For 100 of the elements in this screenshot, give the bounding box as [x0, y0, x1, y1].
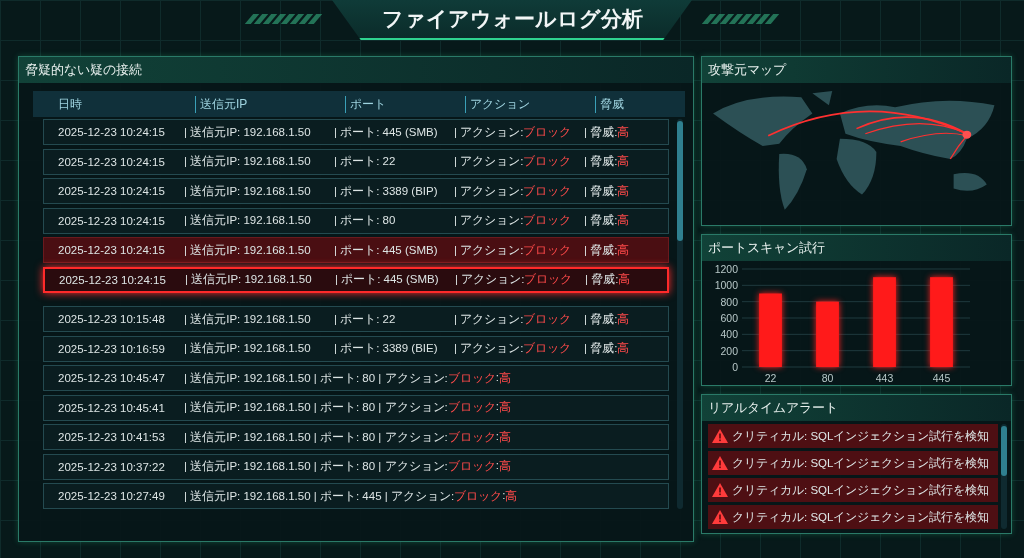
log-text: | ポート: 22: [334, 154, 396, 169]
log-text: | 脅威:: [585, 272, 619, 287]
log-row[interactable]: 2025-12-23 10:41:53 | 送信元IP: 192.168.1.50 | ポート: 80 | アクション:ブロック:高: [43, 424, 669, 450]
log-row[interactable]: 2025-12-23 10:27:49 | 送信元IP: 192.168.1.50 | ポート: 445 | アクション:ブロック:高: [43, 483, 669, 509]
log-text: | ポート: 445 (SMB): [334, 242, 438, 258]
status-text: ブロック: [523, 183, 572, 199]
log-row[interactable]: 2025-12-23 10:15:48 | 送信元IP: 192.168.1.50 | ポート: 22 | アクション:ブロック | 脅威:高: [43, 306, 669, 332]
page-title: ファイアウォールログ分析: [381, 6, 643, 32]
log-text: | 送信元IP: 192.168.1.50: [184, 341, 311, 356]
alert-item[interactable]: クリティカル: SQLインジェクション試行を検知: [708, 424, 998, 448]
alert-text: クリティカル: SQLインジェクション試行を検知: [732, 455, 990, 471]
log-text: | ポート: 445 (SMB): [334, 124, 438, 140]
status-text: 高: [617, 124, 630, 140]
status-text: ブロック: [523, 154, 572, 169]
status-text: 高: [617, 242, 630, 258]
log-text: | ポート: 22: [334, 311, 396, 327]
log-text: | 送信元IP: 192.168.1.50: [184, 183, 311, 199]
warning-icon: [712, 429, 728, 443]
log-text: 2025-12-23 10:24:15: [58, 126, 165, 138]
status-text: 高: [617, 311, 630, 327]
status-text: ブロック: [523, 341, 572, 356]
alert-text: クリティカル: SQLインジェクション試行を検知: [732, 509, 990, 525]
log-text: | 送信元IP: 192.168.1.50 | ポート: 80 | アクション:: [184, 429, 448, 445]
axis-label: 1200: [714, 263, 738, 275]
status-text: ブロック: [447, 400, 496, 415]
alert-text: クリティカル: SQLインジェクション試行を検知: [732, 482, 990, 498]
log-row[interactable]: 2025-12-23 10:24:15 | 送信元IP: 192.168.1.50 | ポート: 22 | アクション:ブロック | 脅威:高: [43, 148, 669, 175]
log-text: | ポート: 80: [334, 213, 396, 228]
log-text: | アクション:: [454, 213, 524, 228]
log-text: | 脅威:: [584, 183, 618, 199]
log-text: 2025-12-23 10:24:15: [59, 273, 166, 286]
warning-icon: [712, 456, 728, 470]
status-text: ブロック: [523, 124, 572, 140]
log-row[interactable]: 2025-12-23 10:16:59 | 送信元IP: 192.168.1.50 | ポート: 3389 (BIE) | アクション:ブロック | 脅威:高: [43, 335, 669, 362]
column-header: ポート: [345, 95, 465, 113]
log-text: 2025-12-23 10:41:53: [58, 431, 165, 443]
status-text: ブロック: [447, 429, 496, 445]
warning-icon: [712, 483, 728, 497]
log-text: | ポート: 3389 (BIE): [334, 341, 438, 356]
log-text: | 送信元IP: 192.168.1.50: [184, 154, 311, 169]
panel-title: 脅疑的ない疑の接続: [19, 57, 693, 83]
log-text: :: [495, 429, 499, 442]
log-text: | 送信元IP: 192.168.1.50: [184, 213, 311, 228]
log-text: :: [502, 488, 506, 501]
status-text: 高: [505, 488, 518, 504]
alert-item[interactable]: クリティカル: SQLインジェクション試行を検知: [708, 451, 998, 475]
log-text: | 送信元IP: 192.168.1.50 | ポート: 80 | アクション:: [184, 370, 448, 386]
log-text: | ポート: 445 (SMB): [335, 272, 439, 287]
log-row[interactable]: 2025-12-23 10:45:47 | 送信元IP: 192.168.1.50 | ポート: 80 | アクション:ブロック:高: [43, 365, 669, 391]
log-text: 2025-12-23 10:27:49: [58, 490, 165, 502]
log-text: 2025-12-23 10:24:15: [58, 185, 165, 197]
status-text: 高: [617, 341, 630, 356]
status-text: ブロック: [454, 488, 503, 504]
status-text: ブロック: [523, 242, 572, 258]
status-text: ブロック: [523, 213, 572, 228]
log-row[interactable]: 2025-12-23 10:24:15 | 送信元IP: 192.168.1.50 | ポート: 445 (SMB) | アクション:ブロック | 脅威:高: [43, 266, 669, 293]
log-text: 2025-12-23 10:37:22: [58, 460, 165, 473]
log-text: | 脅威:: [584, 341, 618, 356]
axis-label: 600: [720, 312, 738, 324]
column-header: 送信元IP: [195, 95, 345, 113]
log-text: | ポート: 3389 (BIP): [334, 183, 438, 199]
axis-label: 200: [720, 344, 738, 357]
scrollbar[interactable]: [677, 119, 683, 509]
log-text: 2025-12-23 10:45:47: [58, 372, 165, 384]
axis-label: 0: [732, 361, 738, 373]
log-text: | アクション:: [454, 124, 524, 140]
alert-item[interactable]: クリティカル: SQLインジェクション試行を検知: [708, 505, 998, 529]
log-text: | 送信元IP: 192.168.1.50: [184, 311, 311, 327]
log-text: 2025-12-23 10:24:15: [58, 214, 165, 227]
warning-icon: [712, 510, 728, 524]
status-text: ブロック: [523, 311, 572, 327]
status-text: 高: [617, 183, 630, 199]
axis-label: 1000: [714, 279, 738, 292]
log-text: | 脅威:: [584, 311, 618, 327]
log-text: | アクション:: [454, 242, 524, 258]
log-row[interactable]: 2025-12-23 10:37:22 | 送信元IP: 192.168.1.50 | ポート: 80 | アクション:ブロック:高: [43, 453, 669, 480]
log-text: 2025-12-23 10:15:48: [58, 313, 165, 325]
panel-title: リアルタイムアラート: [702, 395, 1011, 421]
log-text: | アクション:: [454, 341, 524, 356]
log-row[interactable]: 2025-12-23 10:24:15 | 送信元IP: 192.168.1.50 | ポート: 80 | アクション:ブロック | 脅威:高: [43, 207, 669, 234]
panel-title: ポートスキャン試行: [702, 235, 1011, 261]
axis-label: 22: [764, 372, 777, 384]
alert-item[interactable]: クリティカル: SQLインジェクション試行を検知: [708, 478, 998, 502]
axis-label: 445: [932, 372, 951, 384]
log-row[interactable]: 2025-12-23 10:24:15 | 送信元IP: 192.168.1.50 | ポート: 445 (SMB) | アクション:ブロック | 脅威:高: [43, 237, 669, 263]
log-text: | 送信元IP: 192.168.1.50: [184, 124, 311, 140]
log-text: :: [495, 400, 499, 412]
status-text: 高: [618, 272, 631, 287]
log-text: | アクション:: [455, 272, 525, 287]
log-text: | アクション:: [454, 154, 524, 169]
log-text: 2025-12-23 10:45:41: [58, 401, 165, 414]
log-row[interactable]: 2025-12-23 10:45:41 | 送信元IP: 192.168.1.50 | ポート: 80 | アクション:ブロック:高: [43, 394, 669, 421]
scrollbar[interactable]: [1001, 424, 1007, 529]
log-text: :: [495, 459, 499, 471]
log-row[interactable]: 2025-12-23 10:24:15 | 送信元IP: 192.168.1.50 | ポート: 445 (SMB) | アクション:ブロック | 脅威:高: [43, 119, 669, 145]
log-text: 2025-12-23 10:24:15: [58, 155, 165, 168]
status-text: ブロック: [447, 370, 496, 386]
log-text: | 送信元IP: 192.168.1.50 | ポート: 80 | アクション:: [184, 459, 448, 474]
log-text: | 送信元IP: 192.168.1.50 | ポート: 80 | アクション:: [184, 400, 448, 415]
log-row[interactable]: 2025-12-23 10:24:15 | 送信元IP: 192.168.1.50 | ポート: 3389 (BIP) | アクション:ブロック | 脅威:高: [43, 178, 669, 204]
